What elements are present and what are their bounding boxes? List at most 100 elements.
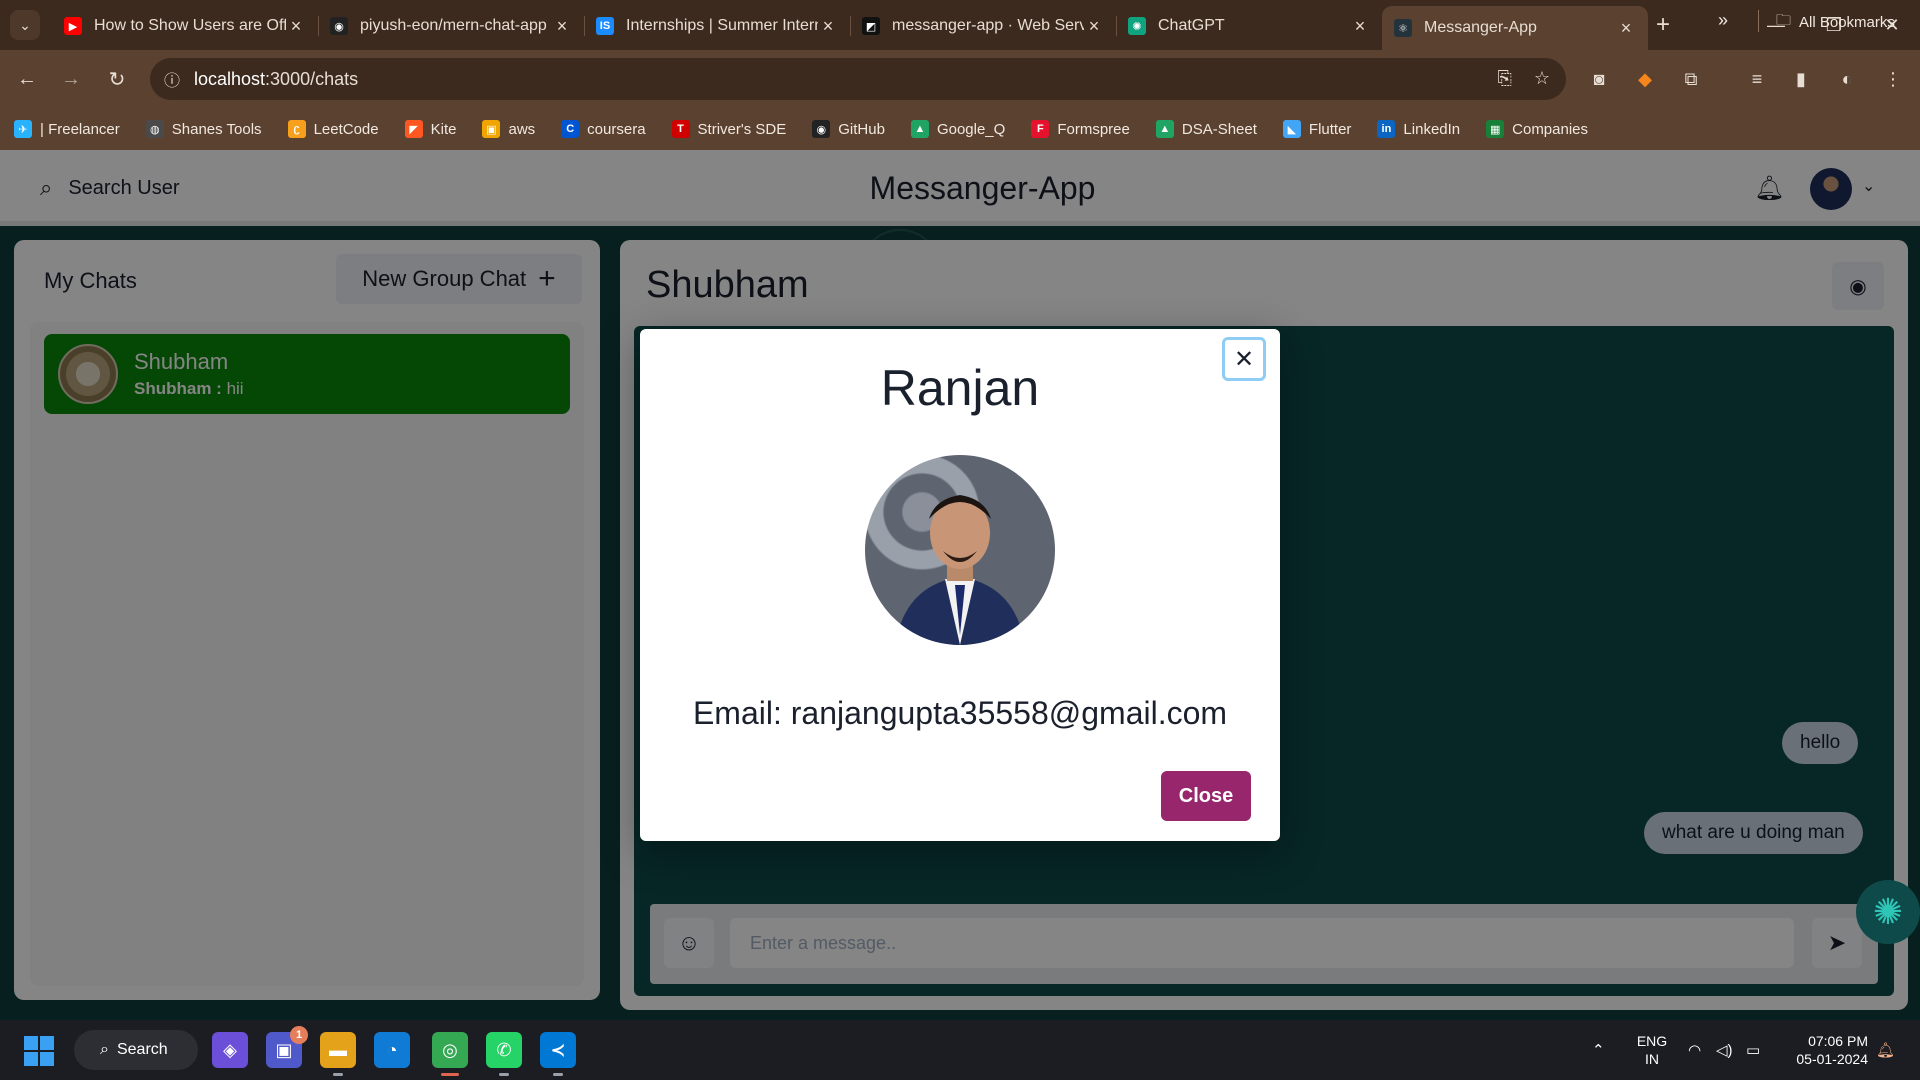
metamask-extension-icon[interactable]: ◆ [1632,66,1658,92]
google-drive-icon: ▲ [910,120,929,138]
profile-picture [865,455,1055,645]
bookmark-label: Flutter [1308,120,1352,138]
site-info-icon[interactable]: ⓘ [150,67,194,91]
profile-photo-illustration [895,495,1025,645]
new-tab-button[interactable]: + [1648,10,1678,40]
modal-close-button[interactable]: Close [1161,771,1251,821]
reload-button[interactable]: ↻ [102,64,132,94]
chatgpt-icon: ✺ [1128,17,1146,35]
extensions-puzzle-icon[interactable]: ⧉ [1678,66,1704,92]
battery-icon[interactable]: ▭ [1746,1020,1760,1080]
tab-close-icon[interactable]: × [1350,16,1370,37]
chrome-icon[interactable]: ◎ [432,1032,468,1076]
running-indicator [499,1073,509,1076]
wifi-icon[interactable]: ◠ [1688,1020,1701,1080]
tab-title: Internships | Summer Intern [626,17,818,34]
clock-date: 05-01-2024 [1796,1051,1868,1067]
bookmarks-bar: ✈ | Freelancer ◍ Shanes Tools ʗ LeetCode ◤ Kite… [0,108,1920,150]
language-indicator[interactable]: ENG IN [1636,1032,1668,1068]
bookmark-item[interactable]: ▣ aws [482,120,535,138]
clock-time: 07:06 PM [1808,1033,1868,1049]
system-clock[interactable]: 07:06 PM 05-01-2024 [1782,1032,1868,1068]
all-bookmarks-label: All Bookmarks [1799,14,1895,31]
bookmark-item[interactable]: T Striver's SDE [671,120,787,138]
address-bar[interactable]: ⓘ localhost:3000/chats ⎘ ☆ [150,58,1566,100]
bookmark-item[interactable]: ◍ Shanes Tools [145,120,262,138]
browser-tab[interactable]: ▶ How to Show Users are Offli × [52,6,318,46]
bookmark-item[interactable]: ◉ GitHub [812,120,885,138]
tab-close-icon[interactable]: × [1616,18,1636,39]
bookmark-item[interactable]: in LinkedIn [1377,120,1460,138]
tab-close-icon[interactable]: × [1084,16,1104,37]
folder-icon: 🗀 [1776,12,1792,29]
globe-icon: ◍ [145,120,164,138]
media-controls-icon[interactable]: ≡ [1744,66,1770,92]
copilot-icon[interactable]: ◈ [212,1032,248,1068]
show-hidden-icons-chevron[interactable]: ⌃ [1592,1020,1605,1080]
teams-icon[interactable]: ▣ 1 [266,1026,308,1068]
bookmark-label: Shanes Tools [171,120,262,138]
browser-tab[interactable]: ✺ ChatGPT × [1116,6,1382,46]
bookmark-item[interactable]: ✈ | Freelancer [14,120,120,138]
browser-tab[interactable]: ◉ piyush-eon/mern-chat-app × [318,6,584,46]
tab-title: messanger-app · Web Serv [892,17,1084,34]
github-icon: ◉ [330,17,348,35]
bookmark-item[interactable]: ▦ Companies [1486,120,1588,138]
bookmark-item[interactable]: ▲ Google_Q [910,120,1006,138]
bookmarks-divider [1758,10,1759,32]
install-app-icon[interactable]: ⎘ [1497,68,1511,89]
bookmark-label: aws [508,120,536,138]
bookmark-item[interactable]: ◣ Flutter [1282,120,1352,138]
browser-tab[interactable]: ◩ messanger-app · Web Serv × [850,6,1116,46]
notifications-bell-icon[interactable]: 🔔︎ [1876,1020,1895,1080]
forward-button[interactable]: → [56,64,86,94]
bookmark-item[interactable]: ◤ Kite [404,120,456,138]
chatgpt-floating-icon[interactable]: ✺ [1856,880,1920,944]
browser-tab[interactable]: IS Internships | Summer Intern × [584,6,850,46]
file-explorer-icon[interactable]: ▬ [320,1032,356,1076]
leetcode-icon: ʗ [287,120,306,138]
search-icon: ⌕ [100,1041,109,1058]
notification-badge: 1 [290,1026,308,1044]
url-text[interactable]: localhost:3000/chats [194,69,358,90]
bookmark-label: LinkedIn [1403,120,1461,138]
sheets-icon: ▦ [1486,120,1505,138]
tab-search-menu-button[interactable]: ⌄ [10,10,40,40]
taskbar-search-label: Search [116,1041,168,1058]
bookmark-item[interactable]: ▲ DSA-Sheet [1155,120,1257,138]
taskbar-search-button[interactable]: ⌕ Search [74,1030,198,1070]
bookmark-star-icon[interactable]: ☆ [1534,68,1550,89]
screenshot-extension-icon[interactable]: ◙ [1586,66,1612,92]
vscode-icon[interactable]: ≺ [540,1032,576,1076]
browser-toolbar: ← → ↻ ⓘ localhost:3000/chats ⎘ ☆ ◙ ◆ ⧉ ≡… [0,50,1920,108]
more-bookmarks-chevron-icon[interactable]: » [1718,10,1728,31]
bookmark-label: Google_Q [936,120,1006,138]
back-button[interactable]: ← [12,64,42,94]
bookmark-item[interactable]: ʗ LeetCode [287,120,379,138]
close-icon[interactable]: ✕ [1222,337,1266,381]
tab-close-icon[interactable]: × [552,16,572,37]
bookmark-item[interactable]: F Formspree [1031,120,1130,138]
volume-icon[interactable]: ◁) [1716,1020,1733,1080]
chrome-menu-icon[interactable]: ⋮ [1880,66,1906,92]
bookmark-item[interactable]: Ccoursera [561,120,646,138]
bookmark-label: Formspree [1057,120,1130,138]
flutter-icon: ◣ [1282,120,1301,138]
bookmark-label: | Freelancer [40,120,120,138]
edge-icon[interactable]: ◔ [374,1032,410,1068]
tab-close-icon[interactable]: × [818,16,838,37]
tab-close-icon[interactable]: × [286,16,306,37]
bookmark-label: Striver's SDE [697,120,787,138]
freelancer-icon: ✈ [14,120,32,138]
profile-avatar-icon[interactable]: ◐ [1834,66,1860,92]
whatsapp-icon[interactable]: ✆ [486,1032,522,1076]
browser-tab[interactable]: ⚛ Messanger-App × [1382,6,1648,50]
windows-start-icon[interactable] [24,1036,54,1066]
github-icon: ◉ [812,120,831,138]
tab-title: Messanger-App [1424,19,1537,36]
all-bookmarks-button[interactable]: 🗀 All Bookmarks [1776,10,1895,35]
side-panel-icon[interactable]: ▮ [1788,66,1814,92]
react-icon: ⚛ [1394,19,1412,37]
region-code: IN [1645,1051,1659,1067]
modal-user-name: Ranjan [880,360,1040,416]
